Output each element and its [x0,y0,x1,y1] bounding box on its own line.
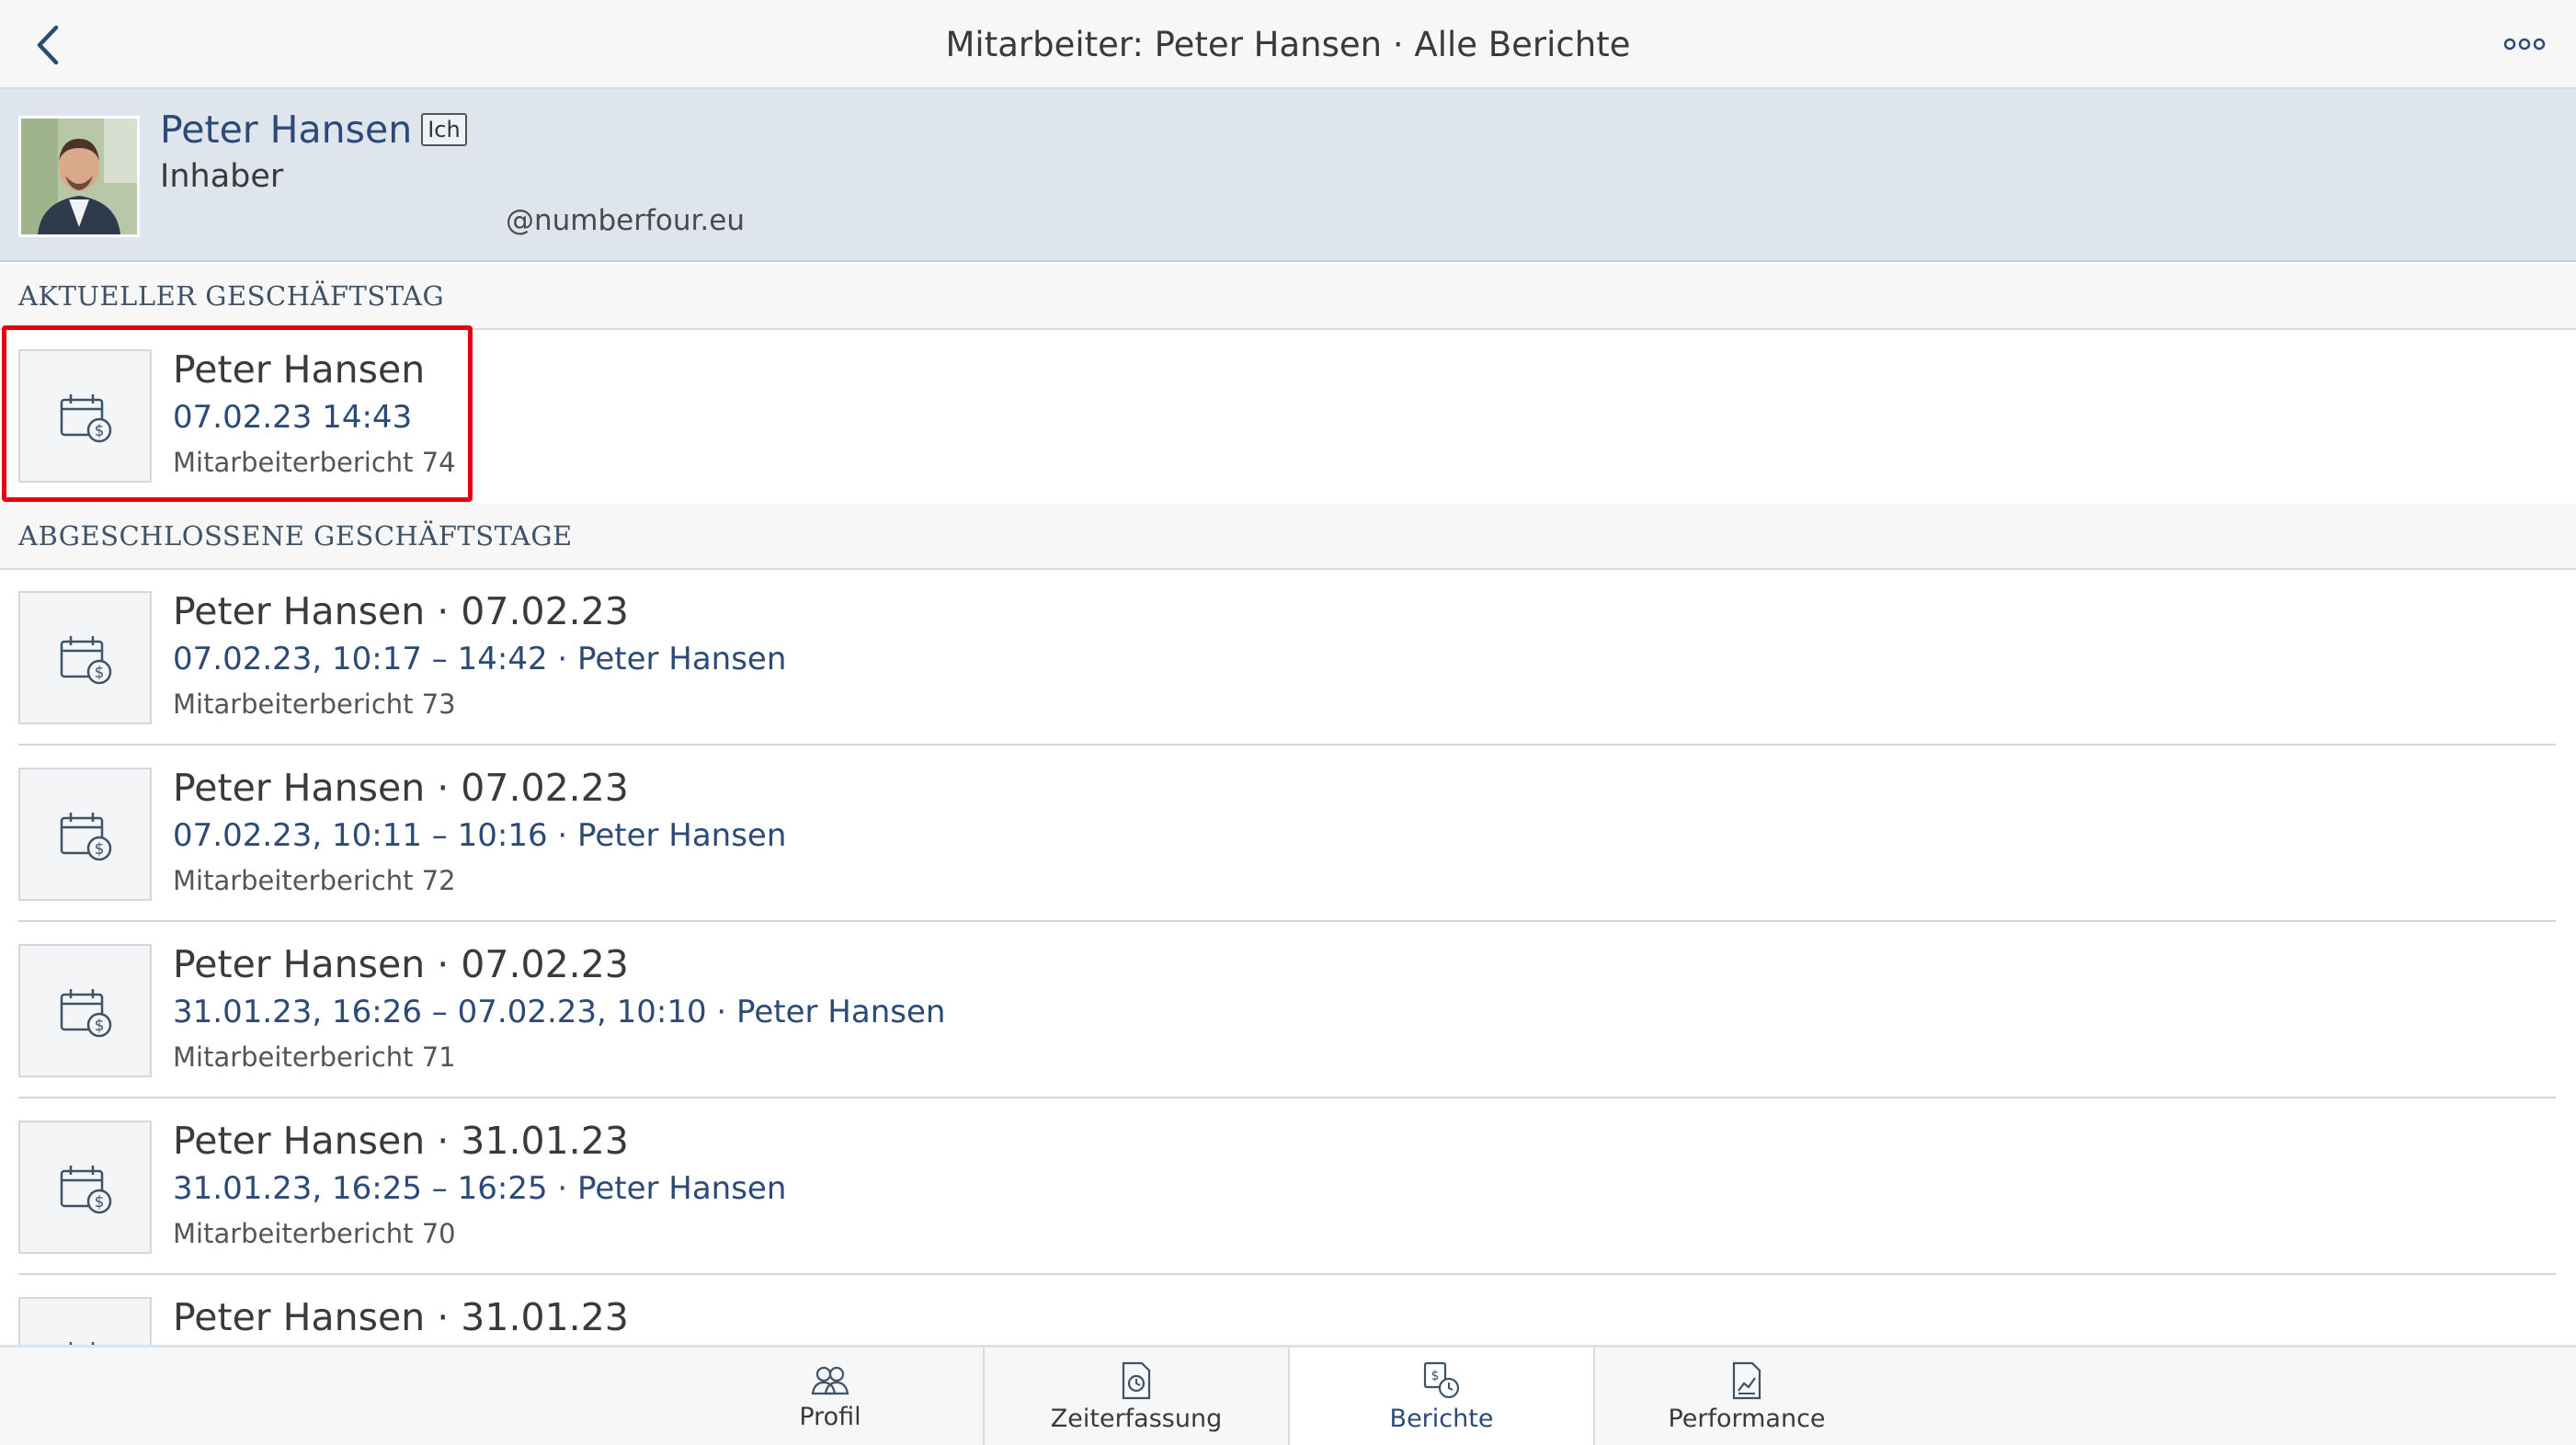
report-icon-box: $ [18,944,152,1077]
tab-label: Berichte [1389,1404,1494,1433]
closed-report-row[interactable]: $ Peter Hansen · 31.01.23 31.01.23, 16:2… [0,1098,2576,1275]
report-title: Peter Hansen · 31.01.23 [173,1119,629,1163]
report-number: Mitarbeiterbericht 70 [173,1218,456,1249]
report-number: Mitarbeiterbericht 71 [173,1041,456,1073]
report-time: 07.02.23, 10:11 – 10:16 · Peter Hansen [173,817,787,854]
report-number: Mitarbeiterbericht 73 [173,688,456,720]
closed-report-row[interactable]: $ Peter Hansen · 07.02.23 07.02.23, 10:1… [0,745,2576,922]
report-time: 07.02.23 14:43 [173,399,413,436]
report-time: 31.01.23, 16:26 – 07.02.23, 10:10 · Pete… [173,994,946,1030]
navigation-bar: Mitarbeiter: Peter Hansen · Alle Bericht… [0,0,2576,89]
avatar [18,116,140,237]
tab-performance[interactable]: Performance [1593,1348,1898,1445]
employee-profile-header: Peter Hansen Ich Inhaber @numberfour.eu [0,89,2576,262]
report-number: Mitarbeiterbericht 72 [173,865,456,896]
svg-text:$: $ [94,1193,104,1212]
report-icon-box: $ [18,1121,152,1254]
profile-name-row: Peter Hansen Ich [160,108,467,152]
more-horizontal-icon [2503,38,2546,51]
closed-report-row[interactable]: $ Peter Hansen · 07.02.23 07.02.23, 10:1… [0,569,2576,745]
report-icon-box: $ [18,349,152,483]
report-time: 31.01.23, 16:25 – 16:25 · Peter Hansen [173,1170,787,1207]
report-icon-box: $ [18,768,152,901]
calendar-dollar-icon: $ [60,1165,111,1213]
report-title: Peter Hansen · 07.02.23 [173,942,629,986]
tab-berichte[interactable]: $ Berichte [1288,1348,1593,1445]
calendar-dollar-icon: $ [60,988,111,1037]
report-icon-box: $ [18,591,152,724]
tab-label: Zeiterfassung [1050,1404,1223,1433]
calendar-dollar-icon: $ [60,812,111,860]
section-header-current: AKTUELLER GESCHÄFTSTAG [0,264,2576,330]
profile-name: Peter Hansen [160,108,413,152]
chart-document-icon [1732,1361,1761,1399]
svg-text:$: $ [1431,1369,1440,1383]
clock-document-icon [1122,1361,1151,1399]
page-title: Mitarbeiter: Peter Hansen · Alle Bericht… [945,25,1631,64]
current-report-row[interactable]: $ Peter Hansen 07.02.23 14:43 Mitarbeite… [0,327,2576,504]
me-badge: Ich [421,113,467,146]
svg-text:$: $ [94,1017,104,1035]
svg-text:$: $ [94,422,104,440]
report-time: 07.02.23, 10:17 – 14:42 · Peter Hansen [173,641,787,677]
report-title: Peter Hansen [173,347,426,392]
profile-role: Inhaber [160,158,284,195]
tab-profil[interactable]: Profil [678,1348,983,1445]
calendar-dollar-icon: $ [60,393,111,442]
calendar-dollar-icon: $ [60,635,111,684]
report-title: Peter Hansen · 31.01.23 [173,1295,629,1339]
tab-zeiterfassung[interactable]: Zeiterfassung [983,1348,1288,1445]
more-button[interactable] [2499,28,2550,61]
report-number: Mitarbeiterbericht 74 [173,447,456,478]
tab-bar: Profil Zeiterfassung $ Berichte Performa… [0,1345,2576,1445]
people-icon [811,1366,849,1394]
closed-report-row[interactable]: $ Peter Hansen · 07.02.23 31.01.23, 16:2… [0,922,2576,1098]
svg-text:$: $ [94,840,104,859]
profile-email[interactable]: @numberfour.eu [506,204,745,237]
report-title: Peter Hansen · 07.02.23 [173,589,629,633]
tab-label: Performance [1668,1404,1826,1433]
report-title: Peter Hansen · 07.02.23 [173,766,629,810]
svg-text:$: $ [94,664,104,682]
section-header-closed: ABGESCHLOSSENE GESCHÄFTSTAGE [0,504,2576,570]
reports-icon: $ [1423,1361,1460,1398]
tab-label: Profil [799,1402,861,1431]
